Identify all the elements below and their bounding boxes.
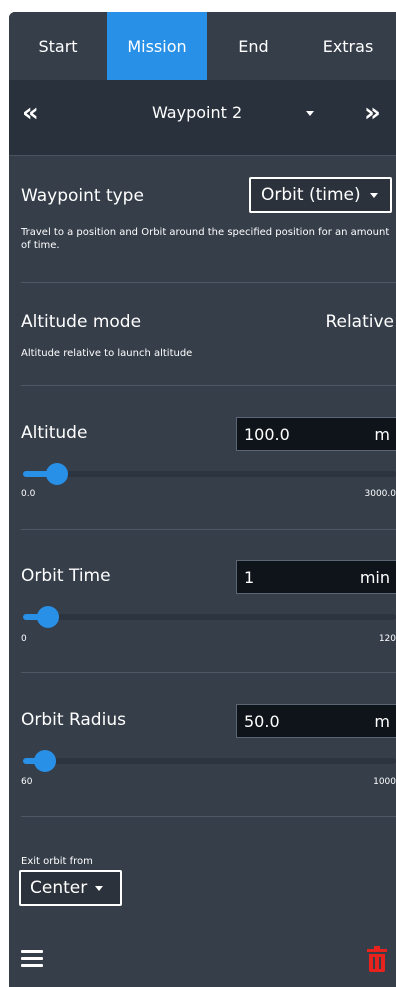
- tab-bar: Start Mission End Extras: [9, 12, 396, 80]
- chevron-down-icon: [369, 192, 378, 198]
- orbit-radius-value: 50.0: [244, 712, 280, 731]
- orbit-radius-label: Orbit Radius: [21, 710, 126, 730]
- altitude-mode-label: Altitude mode: [21, 312, 142, 332]
- tab-end[interactable]: End: [207, 12, 300, 80]
- altitude-value: 100.0: [244, 425, 290, 444]
- waypoint-type-label: Waypoint type: [21, 186, 144, 206]
- orbit-time-value: 1: [244, 568, 255, 587]
- trash-icon[interactable]: [367, 946, 387, 972]
- previous-waypoint-button[interactable]: «: [22, 98, 39, 128]
- orbit-time-slider-handle[interactable]: [36, 606, 59, 628]
- exit-orbit-select[interactable]: Center: [19, 870, 122, 906]
- divider: [21, 816, 396, 817]
- divider: [21, 282, 396, 283]
- waypoint-type-select[interactable]: Orbit (time): [249, 177, 392, 213]
- hamburger-menu-icon[interactable]: [21, 950, 43, 968]
- orbit-radius-min-label: 60: [21, 777, 33, 787]
- altitude-slider[interactable]: [23, 463, 396, 485]
- altitude-mode-value[interactable]: Relative: [325, 312, 394, 332]
- mission-panel: Start Mission End Extras « Waypoint 2 » …: [9, 12, 396, 987]
- tab-start[interactable]: Start: [9, 12, 107, 80]
- chevron-down-icon[interactable]: [306, 111, 314, 116]
- waypoint-selector[interactable]: Waypoint 2: [152, 103, 242, 122]
- orbit-time-unit: min: [359, 568, 390, 587]
- altitude-mode-description: Altitude relative to launch altitude: [21, 348, 193, 359]
- exit-orbit-label: Exit orbit from: [21, 856, 93, 867]
- orbit-time-input[interactable]: 1 min: [236, 560, 396, 594]
- orbit-radius-slider-handle[interactable]: [34, 750, 56, 772]
- waypoint-navigator: « Waypoint 2 »: [9, 80, 396, 156]
- tab-extras[interactable]: Extras: [300, 12, 396, 80]
- divider: [21, 672, 396, 673]
- orbit-time-slider[interactable]: [23, 606, 396, 628]
- orbit-time-max-label: 120: [378, 634, 396, 644]
- orbit-radius-max-label: 1000: [373, 777, 396, 787]
- altitude-input[interactable]: 100.0 m: [236, 417, 396, 451]
- altitude-slider-handle[interactable]: [45, 463, 68, 485]
- orbit-radius-slider[interactable]: [23, 750, 396, 772]
- tab-mission[interactable]: Mission: [107, 12, 207, 80]
- divider: [21, 529, 396, 530]
- altitude-unit: m: [374, 425, 390, 444]
- divider: [21, 385, 396, 386]
- waypoint-type-value: Orbit (time): [261, 185, 361, 205]
- altitude-min-label: 0.0: [21, 489, 36, 499]
- orbit-radius-input[interactable]: 50.0 m: [236, 704, 396, 738]
- altitude-label: Altitude: [21, 423, 88, 443]
- waypoint-type-description: Travel to a position and Orbit around th…: [21, 227, 390, 251]
- orbit-time-min-label: 0: [21, 634, 27, 644]
- exit-orbit-value: Center: [30, 878, 88, 898]
- orbit-radius-unit: m: [374, 712, 390, 731]
- chevron-down-icon: [95, 885, 104, 891]
- altitude-max-label: 3000.0: [364, 489, 396, 499]
- next-waypoint-button[interactable]: »: [364, 98, 381, 128]
- orbit-time-label: Orbit Time: [21, 566, 111, 586]
